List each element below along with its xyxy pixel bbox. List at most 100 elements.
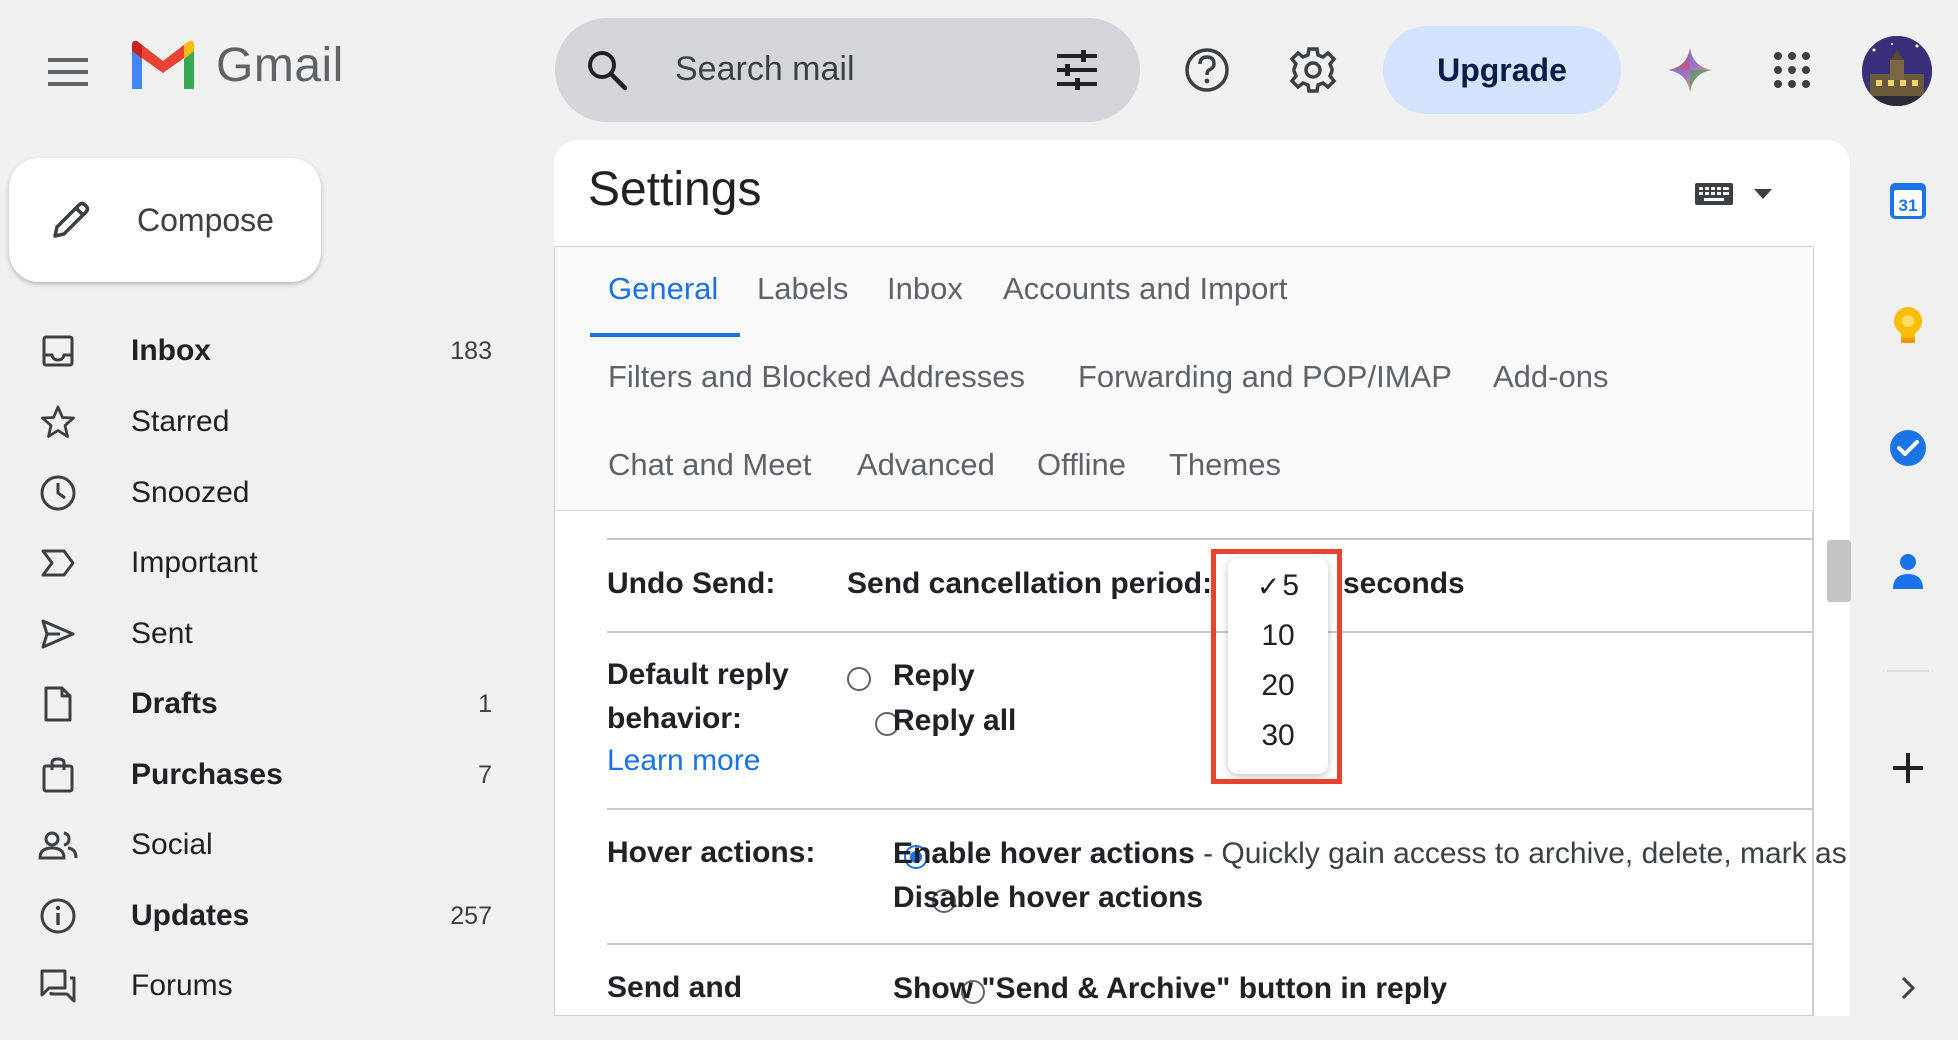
input-tools-button[interactable] (1694, 182, 1772, 206)
compose-label: Compose (137, 201, 274, 238)
settings-button[interactable] (1281, 38, 1345, 102)
enable-hover-description: - Quickly gain access to archive, delete… (1203, 837, 1850, 870)
tab-accounts-and-import[interactable]: Accounts and Import (1003, 271, 1287, 307)
sidebar-item-forums[interactable]: Forums (30, 951, 520, 1021)
sidebar-item-label: Sent (131, 617, 193, 650)
send-archive-option-label[interactable]: Show "Send & Archive" button in reply (893, 972, 1447, 1006)
calendar-icon: 31 (1890, 183, 1926, 219)
gear-icon (1289, 47, 1337, 93)
clock-icon (30, 474, 86, 512)
tab-advanced[interactable]: Advanced (857, 447, 995, 483)
sidebar-item-important[interactable]: Important (30, 528, 520, 598)
help-button[interactable] (1175, 38, 1239, 102)
send-icon (30, 618, 86, 650)
scrollbar-thumb[interactable] (1827, 540, 1851, 602)
send-archive-label: Send and (607, 971, 743, 1004)
compose-button[interactable]: Compose (9, 158, 321, 282)
sidebar-item-starred[interactable]: Starred (30, 387, 520, 457)
unread-count: 183 (450, 336, 492, 365)
sidebar-item-label: Drafts (131, 687, 218, 720)
reply-radio[interactable] (847, 667, 871, 691)
tab-offline[interactable]: Offline (1037, 447, 1126, 483)
settings-tabs: General Labels Inbox Accounts and Import… (555, 247, 1813, 511)
learn-more-link[interactable]: Learn more (607, 744, 760, 778)
reply-option-label[interactable]: Reply (893, 659, 975, 693)
keyboard-icon (1695, 183, 1733, 205)
settings-content: General Labels Inbox Accounts and Import… (554, 246, 1850, 1016)
sidebar-item-label: Important (131, 546, 258, 579)
enable-hover-label: Enable hover actions (893, 837, 1195, 870)
tab-filters[interactable]: Filters and Blocked Addresses (608, 359, 1025, 395)
inbox-icon (30, 333, 86, 369)
gmail-logo[interactable]: Gmail (128, 38, 344, 93)
gemini-button[interactable] (1658, 38, 1722, 102)
row-divider (607, 943, 1813, 945)
unread-count: 1 (478, 689, 492, 718)
tab-labels[interactable]: Labels (757, 271, 848, 307)
apps-grid-icon (1774, 52, 1810, 88)
plus-icon (1893, 753, 1923, 783)
tab-general[interactable]: General (608, 271, 718, 307)
row-divider (607, 538, 1813, 540)
sidebar-item-drafts[interactable]: Drafts 1 (30, 669, 520, 739)
row-divider (607, 631, 1813, 633)
tasks-icon (1890, 430, 1926, 466)
undo-send-label: Undo Send: (607, 567, 776, 600)
settings-panel: Settings General Labels Inbox Accounts a… (554, 140, 1850, 1016)
search-bar[interactable]: Search mail (555, 18, 1140, 122)
tasks-app-button[interactable] (1880, 420, 1936, 476)
sidebar-item-label: Snoozed (131, 476, 250, 509)
sidebar-item-label: Inbox (131, 334, 211, 367)
unread-count: 7 (478, 760, 492, 789)
star-icon (30, 404, 86, 440)
contacts-app-button[interactable] (1880, 543, 1936, 599)
sidebar-item-label: Purchases (131, 758, 283, 791)
search-input[interactable]: Search mail (675, 50, 855, 89)
help-icon (1185, 48, 1229, 92)
tab-inbox[interactable]: Inbox (887, 271, 963, 307)
apps-button[interactable] (1760, 38, 1824, 102)
gemini-sparkle-icon (1668, 48, 1712, 92)
calendar-app-button[interactable]: 31 (1880, 173, 1936, 229)
tab-forwarding[interactable]: Forwarding and POP/IMAP (1078, 359, 1452, 395)
sidebar-item-social[interactable]: Social (30, 810, 520, 880)
account-avatar[interactable] (1862, 36, 1932, 106)
rail-divider (1887, 670, 1929, 672)
show-side-panel-button[interactable] (1880, 960, 1936, 1016)
get-add-ons-button[interactable] (1880, 740, 1936, 796)
row-divider (607, 808, 1813, 810)
app-name: Gmail (216, 39, 344, 92)
pencil-icon (53, 201, 90, 238)
undo-send-suffix: seconds (1343, 567, 1465, 600)
reply-all-option-label[interactable]: Reply all (893, 704, 1016, 738)
info-icon (30, 897, 86, 935)
keep-app-button[interactable] (1880, 298, 1936, 354)
main-menu-button[interactable] (36, 40, 100, 104)
default-reply-label: Default reply (607, 658, 789, 691)
draft-icon (30, 685, 86, 723)
sidebar-item-purchases[interactable]: Purchases 7 (30, 740, 520, 810)
chevron-right-icon (1901, 976, 1916, 1000)
tab-add-ons[interactable]: Add-ons (1493, 359, 1608, 395)
default-reply-label-cont: behavior: (607, 702, 743, 735)
sidebar-item-sent[interactable]: Sent (30, 599, 520, 669)
tab-chat-and-meet[interactable]: Chat and Meet (608, 447, 811, 483)
enable-hover-option[interactable]: Enable hover actions - Quickly gain acce… (893, 837, 1850, 871)
sidebar-item-label: Updates (131, 899, 250, 932)
sidebar-item-inbox[interactable]: Inbox 183 (30, 316, 520, 386)
undo-send-prefix: Send cancellation period: (847, 567, 1213, 600)
important-icon (30, 548, 86, 578)
search-icon[interactable] (585, 48, 629, 92)
upgrade-button[interactable]: Upgrade (1383, 26, 1621, 114)
sidebar-item-label: Starred (131, 405, 230, 438)
hover-actions-label: Hover actions: (607, 836, 816, 869)
unread-count: 257 (450, 901, 492, 930)
page-title: Settings (588, 163, 762, 216)
sidebar-item-snoozed[interactable]: Snoozed (30, 458, 520, 528)
sidebar-item-label: Forums (131, 969, 233, 1002)
people-icon (30, 829, 86, 861)
search-options-icon[interactable] (1055, 48, 1099, 92)
disable-hover-option-label[interactable]: Disable hover actions (893, 881, 1203, 915)
tab-themes[interactable]: Themes (1169, 447, 1281, 483)
sidebar-item-updates[interactable]: Updates 257 (30, 881, 520, 951)
